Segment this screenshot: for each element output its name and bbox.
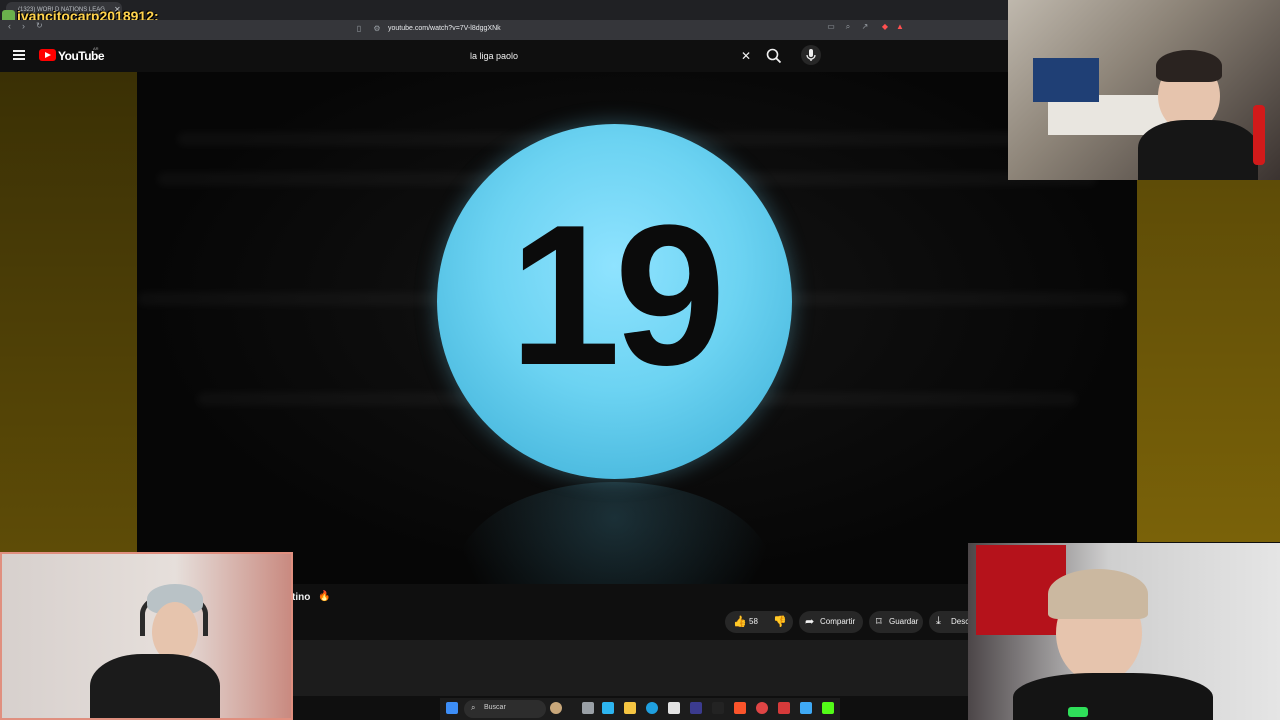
download-button[interactable]: ⤓ Desc [929,611,969,633]
video-player[interactable]: 19 [137,72,1137,584]
like-count[interactable]: 58 [749,617,758,626]
taskbar-search[interactable]: ⌕ Buscar [464,700,546,718]
copilot-icon[interactable] [602,702,614,714]
youtube-logo-text[interactable]: YouTube [58,49,105,63]
site-info-icon[interactable]: ⚙ [372,24,382,34]
notepad-icon[interactable] [668,702,680,714]
telegram-icon[interactable] [800,702,812,714]
youtube-logo-icon[interactable] [39,49,56,61]
search-icon[interactable] [764,46,784,66]
microphone-icon[interactable] [801,45,821,65]
bookmark-icon[interactable]: ▯ [354,24,364,34]
youtube-masthead: YouTube AR la liga paolo ✕ [0,40,1008,72]
number-ball: 19 [437,124,792,479]
share-button[interactable]: ➦ Compartir [799,611,863,633]
streamer-head [152,602,198,662]
microphone [1253,105,1265,165]
ambient-right [1137,180,1280,542]
app-icon[interactable] [756,702,768,714]
reload-icon[interactable]: ↻ [36,21,43,30]
share-page-icon[interactable]: ↗ [860,22,870,32]
download-icon: ⤓ [936,615,941,627]
ambient-left [0,72,137,552]
edge-icon[interactable] [646,702,658,714]
tv-screen [1033,58,1099,102]
bookmark-save-icon: ⌑ [876,616,882,628]
zoom-icon[interactable]: ⌕ [843,22,853,32]
clear-search-icon[interactable]: ✕ [741,49,751,63]
streamer-shirt [1013,673,1213,720]
ball-reflection [457,482,772,584]
url-text: youtube.com/watch?v=7V-l8dggXNk [388,25,501,32]
like-dislike-group: 👍 58 👎 [725,611,793,633]
description-area [292,640,972,696]
video-title: tino [292,592,311,603]
app-icon[interactable] [712,702,724,714]
app-icon[interactable] [778,702,790,714]
streamer-shirt [90,654,220,718]
file-explorer-icon[interactable] [624,702,636,714]
taskbar-search-text: Buscar [484,704,506,711]
task-view-icon[interactable] [582,702,594,714]
cast-icon[interactable]: ▭ [826,22,836,32]
like-icon[interactable]: 👍 [733,615,747,628]
brave-icon[interactable] [734,702,746,714]
webcam-bottom-right [968,543,1280,720]
taskbar-search-icon: ⌕ [471,703,476,712]
back-arrow-icon[interactable]: ‹ [8,21,11,31]
app-icon[interactable] [690,702,702,714]
streamer-jacket [1138,120,1258,180]
menu-icon[interactable] [13,50,25,60]
rewards-icon[interactable]: ▲ [895,22,905,32]
streamer-hair [1156,50,1222,82]
forward-arrow-icon[interactable]: › [22,21,25,31]
green-light [1068,707,1088,717]
windows-start-icon[interactable] [446,702,458,714]
dislike-icon[interactable]: 👎 [773,615,787,628]
taskbar: ⌕ Buscar [440,698,840,720]
kick-icon[interactable] [822,702,834,714]
streamer-cap [1048,569,1148,619]
save-label: Guardar [889,617,919,626]
fire-emoji-icon: 🔥 [318,591,331,602]
save-button[interactable]: ⌑ Guardar [869,611,923,633]
widget-icon[interactable] [550,702,562,714]
ball-number: 19 [509,184,725,407]
share-label: Compartir [820,617,856,626]
search-query: la liga paolo [470,51,519,61]
search-input[interactable]: la liga paolo ✕ [460,45,760,67]
country-code: AR [93,46,99,51]
webcam-top-right [1008,0,1280,180]
brave-shield-icon[interactable]: ◆ [880,22,890,32]
webcam-bottom-left [0,552,293,720]
download-label: Desc [951,617,970,626]
share-icon: ➦ [805,616,815,628]
